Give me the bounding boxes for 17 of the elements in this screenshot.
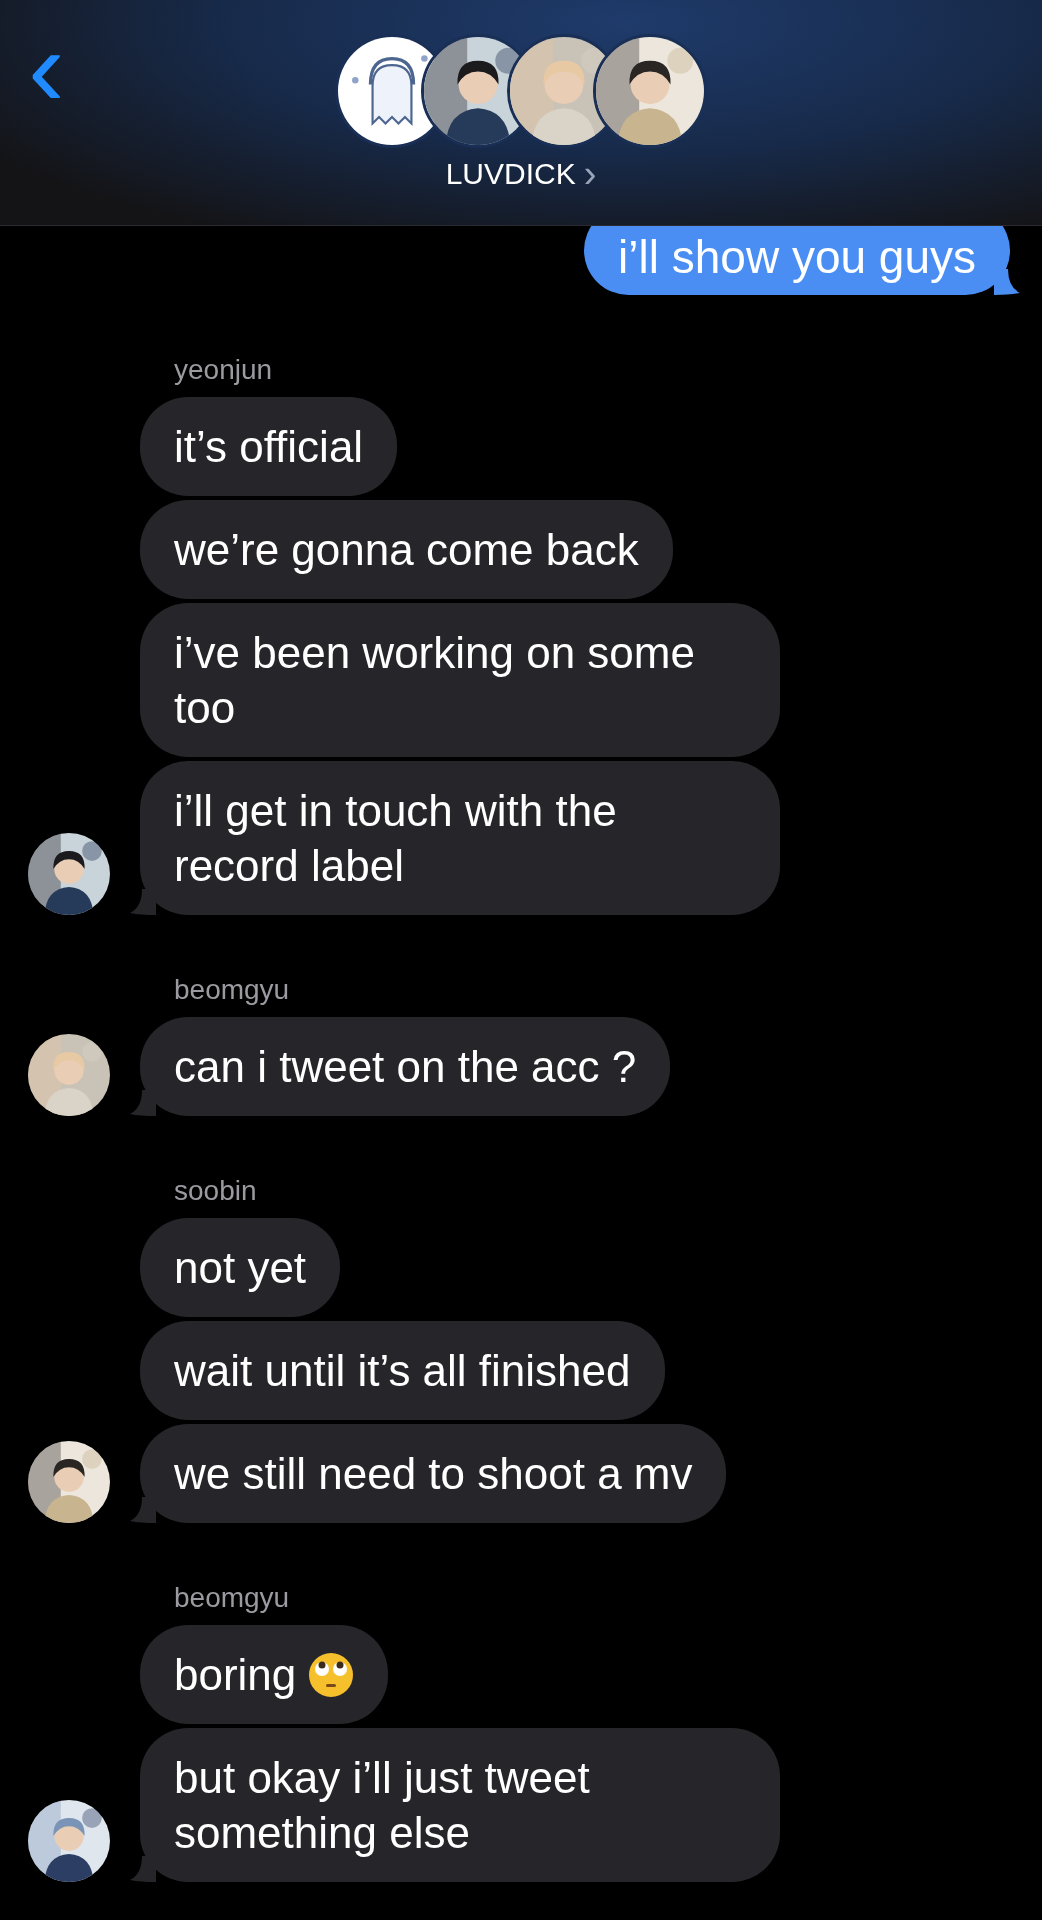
bubble-tail-icon [130,1090,156,1116]
back-button[interactable]: ‹ [28,28,65,108]
sender-name: soobin [174,1174,257,1208]
bubble-tail-icon [130,1497,156,1523]
sender-name: beomgyu [174,1581,290,1615]
sender-name: yeonjun [174,353,273,387]
group-name-button[interactable]: LUVDICK › [445,156,597,192]
bubble-tail-icon [994,269,1020,295]
sender-name: beomgyu [174,973,290,1007]
bubble-tail-icon [130,1856,156,1882]
bubble-tail-icon [130,889,156,915]
message-bubble: it’s official [140,397,398,496]
message-bubble: boring [140,1625,389,1724]
message-bubble: we’re gonna come back [140,500,673,599]
message-bubble: wait until it’s all finished [140,1321,665,1420]
message-bubble: not yet [140,1218,341,1317]
message-bubble: i’ve been working on some too [140,603,780,757]
